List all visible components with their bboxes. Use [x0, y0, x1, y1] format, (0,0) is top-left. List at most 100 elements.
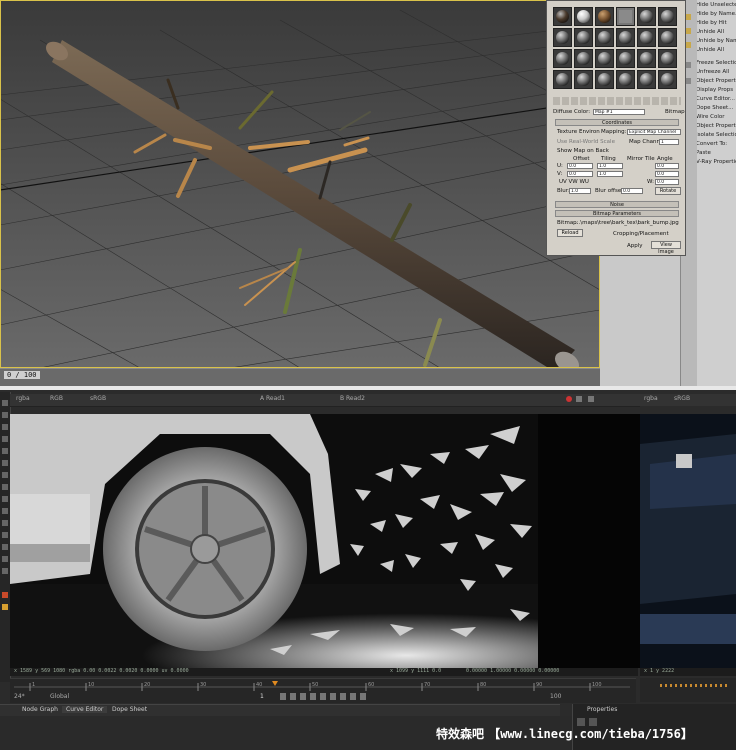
- playhead-icon[interactable]: [272, 681, 278, 686]
- material-slot[interactable]: [553, 49, 572, 68]
- material-slot[interactable]: [574, 28, 593, 47]
- fps-field[interactable]: 24*: [14, 693, 25, 700]
- context-menu-list: Hide Unselected Hide by Name... Hide by …: [696, 0, 736, 386]
- tool-icon[interactable]: [2, 448, 8, 454]
- colorspace-dropdown[interactable]: sRGB: [674, 395, 690, 402]
- material-slot[interactable]: [658, 7, 677, 26]
- u-tiling-field[interactable]: 1.0: [597, 163, 623, 169]
- material-toolbar[interactable]: [553, 97, 681, 105]
- tool-icon[interactable]: [2, 484, 8, 490]
- current-frame-field[interactable]: 1: [260, 693, 264, 700]
- material-slot[interactable]: [658, 70, 677, 89]
- material-slot[interactable]: [574, 49, 593, 68]
- timeline[interactable]: 1 10 20 30 40 50 60 70 80 90 100 24* Global 1 100: [10, 678, 636, 703]
- blur-field[interactable]: 1.0: [569, 188, 591, 194]
- material-slot[interactable]: [658, 49, 677, 68]
- tiling-label: Tiling: [601, 156, 616, 162]
- show-map-on-back-checkbox[interactable]: Show Map on Back: [557, 148, 609, 154]
- reload-button[interactable]: Reload: [557, 229, 583, 237]
- tool-icon[interactable]: [2, 400, 8, 406]
- texture-radio[interactable]: Texture: [557, 129, 577, 135]
- tool-icon[interactable]: [2, 460, 8, 466]
- tab-curve-editor[interactable]: Curve Editor: [62, 706, 108, 713]
- input-a-dropdown[interactable]: A Read1: [260, 395, 285, 402]
- material-slot[interactable]: [553, 28, 572, 47]
- end-frame-field[interactable]: 100: [550, 693, 561, 700]
- material-slot[interactable]: [637, 49, 656, 68]
- tool-icon[interactable]: [2, 568, 8, 574]
- u-offset-field[interactable]: 0.0: [567, 163, 593, 169]
- bitmap-path-button[interactable]: ...\maps\tree\bark_tex\bark_bump.jpg: [575, 220, 679, 226]
- tool-icon[interactable]: [2, 544, 8, 550]
- tool-icon[interactable]: [2, 604, 8, 610]
- tool-icon[interactable]: [2, 592, 8, 598]
- material-slot[interactable]: [553, 70, 572, 89]
- playback-controls[interactable]: [280, 693, 370, 700]
- tab-properties[interactable]: Properties: [583, 706, 621, 713]
- tool-icon[interactable]: [2, 532, 8, 538]
- material-slot[interactable]: [574, 70, 593, 89]
- rollout-bitmap-parameters[interactable]: Bitmap Parameters: [555, 210, 679, 217]
- tool-icon[interactable]: [2, 556, 8, 562]
- material-slot[interactable]: [574, 7, 593, 26]
- map-channel-field[interactable]: 1: [659, 139, 679, 145]
- colorspace-dropdown[interactable]: sRGB: [90, 395, 106, 402]
- material-slot[interactable]: [595, 70, 614, 89]
- map-name-field[interactable]: Map #1: [593, 109, 645, 115]
- view-image-button[interactable]: View Image: [651, 241, 681, 255]
- apply-checkbox[interactable]: Apply: [627, 243, 643, 249]
- material-slot[interactable]: [637, 7, 656, 26]
- rollout-noise[interactable]: Noise: [555, 201, 679, 208]
- time-slider[interactable]: 0 / 100: [0, 368, 600, 387]
- channel-dropdown[interactable]: RGB: [50, 395, 63, 402]
- material-slot[interactable]: [553, 7, 572, 26]
- tool-icon[interactable]: [2, 472, 8, 478]
- active-viewport-border: [0, 0, 600, 368]
- material-slot[interactable]: [658, 28, 677, 47]
- layer-dropdown[interactable]: rgba: [16, 395, 30, 402]
- material-slot[interactable]: [595, 28, 614, 47]
- material-slot[interactable]: [595, 49, 614, 68]
- input-b-dropdown[interactable]: B Read2: [340, 395, 365, 402]
- global-dropdown[interactable]: Global: [50, 693, 69, 700]
- viewer-main[interactable]: [10, 414, 538, 668]
- rotate-button[interactable]: Rotate: [655, 187, 681, 195]
- tool-icon[interactable]: [2, 412, 8, 418]
- tool-icon[interactable]: [2, 424, 8, 430]
- blur-offset-field[interactable]: 0.0: [621, 188, 643, 194]
- menu-item[interactable]: V-Ray Properties: [696, 159, 736, 169]
- material-slot[interactable]: [616, 49, 635, 68]
- v-angle-field[interactable]: 0.0: [655, 171, 679, 177]
- viewer2-info-bar: x 1 y 2222: [640, 668, 736, 676]
- v-tiling-field[interactable]: 1.0: [597, 171, 623, 177]
- environ-radio[interactable]: Environ: [579, 129, 600, 135]
- w-angle-field[interactable]: 0.0: [655, 179, 679, 185]
- tool-icon[interactable]: [2, 496, 8, 502]
- frame-counter[interactable]: 0 / 100: [4, 371, 40, 379]
- material-slot[interactable]: [616, 70, 635, 89]
- record-icon[interactable]: [566, 396, 572, 402]
- material-slot[interactable]: [595, 7, 614, 26]
- material-slot[interactable]: [616, 28, 635, 47]
- timeline-2[interactable]: [640, 678, 736, 702]
- settings-icon[interactable]: [588, 396, 594, 402]
- layer-dropdown[interactable]: rgba: [644, 395, 658, 402]
- rollout-coordinates[interactable]: Coordinates: [555, 119, 679, 126]
- material-slot[interactable]: [637, 70, 656, 89]
- material-slot[interactable]: [637, 28, 656, 47]
- uv-vw-wu-radios[interactable]: UV VW WU: [559, 179, 589, 185]
- tool-icon[interactable]: [2, 436, 8, 442]
- map-type-label[interactable]: Bitmap: [665, 109, 685, 115]
- v-offset-field[interactable]: 0.0: [567, 171, 593, 177]
- use-real-world-checkbox[interactable]: Use Real-World Scale: [557, 139, 615, 145]
- mapping-dropdown[interactable]: Explicit Map Channel: [627, 129, 681, 135]
- viewer-secondary[interactable]: [640, 414, 736, 668]
- lock-icon[interactable]: [576, 396, 582, 402]
- material-slot[interactable]: [616, 7, 635, 26]
- u-angle-field[interactable]: 0.0: [655, 163, 679, 169]
- tool-icon[interactable]: [2, 520, 8, 526]
- tab-dope-sheet[interactable]: Dope Sheet: [108, 706, 151, 713]
- tab-node-graph[interactable]: Node Graph: [18, 706, 62, 713]
- menu-item[interactable]: Unhide All: [696, 47, 736, 57]
- tool-icon[interactable]: [2, 508, 8, 514]
